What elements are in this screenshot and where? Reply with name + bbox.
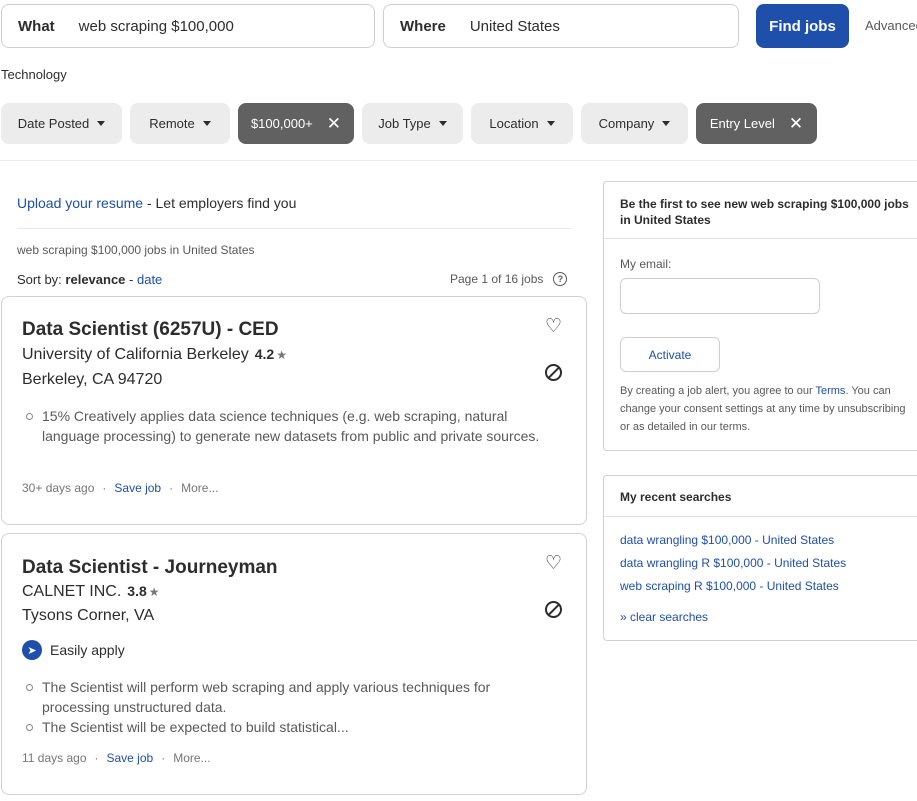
sort-date-link[interactable]: date xyxy=(137,272,162,287)
caret-down-icon xyxy=(438,121,447,126)
email-field[interactable] xyxy=(620,278,820,314)
filter-label: Entry Level xyxy=(709,116,775,131)
filter-remote[interactable]: Remote xyxy=(130,103,230,144)
what-input[interactable]: web scraping $100,000 xyxy=(79,18,234,35)
page-info: Page 1 of 16 jobs ? xyxy=(450,272,568,286)
recent-searches-panel: My recent searches data wrangling $100,0… xyxy=(603,475,917,641)
close-icon[interactable]: ✕ xyxy=(789,115,803,132)
activate-button[interactable]: Activate xyxy=(620,337,720,372)
job-card[interactable]: Data Scientist - Journeyman CALNET INC. 3… xyxy=(1,533,587,795)
what-search-field[interactable]: What web scraping $100,000 xyxy=(1,4,375,48)
company-rating: 4.2 xyxy=(254,346,275,362)
caret-down-icon xyxy=(662,121,671,126)
filter-label: Remote xyxy=(149,116,195,131)
posted-date: 30+ days ago xyxy=(22,481,95,495)
filter-label: Location xyxy=(489,116,539,131)
upload-resume-link[interactable]: Upload your resume xyxy=(17,195,143,211)
filter-label: Date Posted xyxy=(17,116,90,131)
more-link[interactable]: More... xyxy=(173,751,210,765)
heart-icon[interactable]: ♡ xyxy=(545,315,562,338)
snippet-bullet: 15% Creatively applies data science tech… xyxy=(26,406,542,446)
job-alert-panel: Be the first to see new web scraping $10… xyxy=(603,181,917,451)
job-meta: 30+ days ago · Save job · More... xyxy=(22,481,218,495)
upload-resume-text: - Let employers find you xyxy=(143,195,297,211)
filter-location[interactable]: Location xyxy=(471,103,573,144)
alert-terms: By creating a job alert, you agree to ou… xyxy=(620,382,910,436)
where-label: Where xyxy=(400,17,446,35)
heart-icon[interactable]: ♡ xyxy=(545,552,562,575)
posted-date: 11 days ago xyxy=(22,751,87,765)
filter-entry-level[interactable]: Entry Level ✕ xyxy=(696,103,817,144)
dot-separator: · xyxy=(161,751,166,765)
not-interested-icon[interactable] xyxy=(545,364,562,381)
divider xyxy=(0,160,917,161)
filter-label: Company xyxy=(598,116,655,131)
job-location: Tysons Corner, VA xyxy=(22,607,155,624)
close-icon[interactable]: ✕ xyxy=(327,115,341,132)
caret-down-icon xyxy=(546,121,555,126)
dot-separator: · xyxy=(94,751,99,765)
sort-separator: - xyxy=(125,272,137,287)
recent-search-link[interactable]: web scraping R $100,000 - United States xyxy=(620,579,839,593)
caret-down-icon xyxy=(97,121,106,126)
easy-apply-badge: ➤ Easily apply xyxy=(22,640,125,660)
job-title[interactable]: Data Scientist - Journeyman xyxy=(22,557,278,579)
caret-down-icon xyxy=(202,121,211,126)
job-alert-heading: Be the first to see new web scraping $10… xyxy=(620,197,909,227)
where-input[interactable]: United States xyxy=(470,18,560,35)
company-name: CALNET INC. 3.8 ★ xyxy=(22,583,160,601)
company-label: CALNET INC. xyxy=(22,583,122,600)
snippet-bullet: The Scientist will be expected to build … xyxy=(26,717,542,737)
filter-company[interactable]: Company xyxy=(581,103,688,144)
results-summary: web scraping $100,000 jobs in United Sta… xyxy=(17,243,255,257)
easy-apply-label: Easily apply xyxy=(50,642,125,658)
job-meta: 11 days ago · Save job · More... xyxy=(22,751,211,765)
category-label: Technology xyxy=(1,67,67,82)
dot-separator: · xyxy=(102,481,107,495)
dot-separator: · xyxy=(169,481,174,495)
star-icon: ★ xyxy=(148,585,160,599)
job-snippet: 15% Creatively applies data science tech… xyxy=(26,406,542,446)
job-card[interactable]: Data Scientist (6257U) - CED University … xyxy=(1,296,587,525)
page-count: Page 1 of 16 jobs xyxy=(450,272,544,286)
terms-link[interactable]: Terms xyxy=(815,385,845,397)
upload-resume-banner: Upload your resume - Let employers find … xyxy=(17,195,296,211)
star-icon: ★ xyxy=(276,348,287,362)
terms-text: By creating a job alert, you agree to ou… xyxy=(620,385,816,397)
sort-relevance: relevance xyxy=(65,272,126,287)
what-label: What xyxy=(18,17,55,35)
job-location: Berkeley, CA 94720 xyxy=(22,371,163,388)
divider xyxy=(604,238,917,239)
filter-label: $100,000+ xyxy=(250,116,313,131)
recent-search-link[interactable]: data wrangling R $100,000 - United State… xyxy=(620,556,846,570)
company-label: University of California Berkeley xyxy=(22,346,249,363)
filter-job-type[interactable]: Job Type xyxy=(362,103,463,144)
find-jobs-button[interactable]: Find jobs xyxy=(756,4,849,48)
where-search-field[interactable]: Where United States xyxy=(383,4,739,48)
recent-search-link[interactable]: data wrangling $100,000 - United States xyxy=(620,533,834,547)
company-rating: 3.8 xyxy=(127,583,147,599)
filter-date-posted[interactable]: Date Posted xyxy=(1,103,122,144)
company-name: University of California Berkeley 4.2 ★ xyxy=(22,346,287,364)
sort-by: Sort by: relevance - date xyxy=(17,272,162,287)
send-icon: ➤ xyxy=(22,640,42,660)
recent-searches-heading: My recent searches xyxy=(620,490,732,504)
divider xyxy=(17,228,571,229)
divider xyxy=(604,516,917,517)
advanced-search-link[interactable]: Advanced xyxy=(865,18,917,33)
more-link[interactable]: More... xyxy=(181,481,218,495)
save-job-link[interactable]: Save job xyxy=(114,481,161,495)
clear-searches-link[interactable]: » clear searches xyxy=(620,610,708,624)
filter-salary[interactable]: $100,000+ ✕ xyxy=(238,103,354,144)
job-snippet: The Scientist will perform web scraping … xyxy=(26,677,542,737)
not-interested-icon[interactable] xyxy=(545,601,562,618)
sort-prefix: Sort by: xyxy=(17,272,66,287)
snippet-bullet: The Scientist will perform web scraping … xyxy=(26,677,542,717)
save-job-link[interactable]: Save job xyxy=(107,751,154,765)
filter-label: Job Type xyxy=(378,116,431,131)
help-icon[interactable]: ? xyxy=(553,272,568,286)
email-label: My email: xyxy=(620,257,672,271)
job-title[interactable]: Data Scientist (6257U) - CED xyxy=(22,319,279,341)
